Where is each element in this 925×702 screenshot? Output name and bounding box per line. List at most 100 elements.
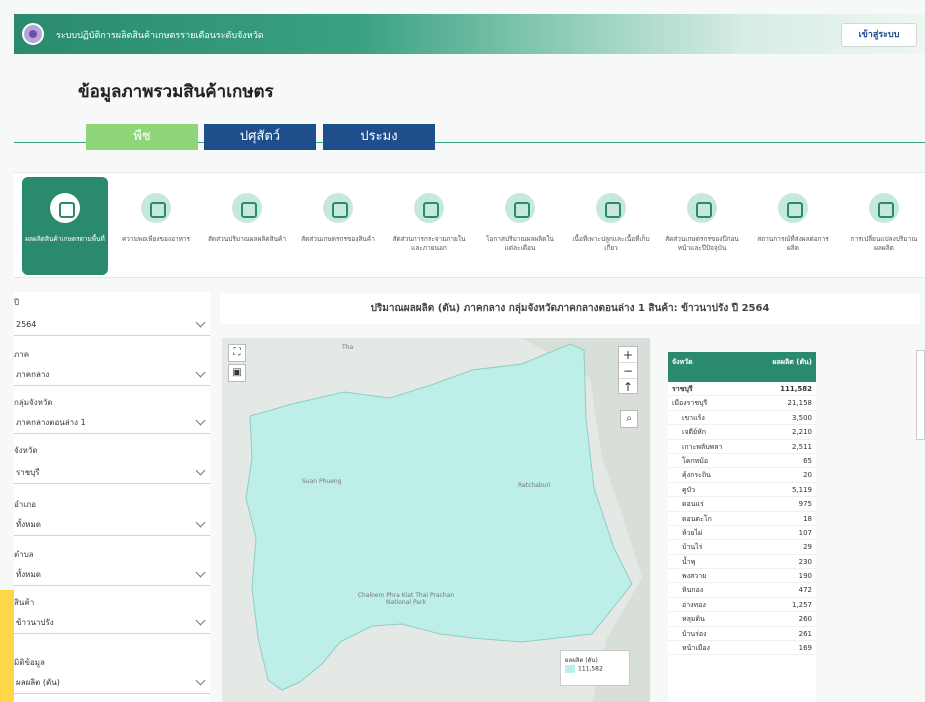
top-header: ระบบปฏิบัติการผลิตสินค้าเกษตรรายเดือนระด… <box>14 14 925 54</box>
menu-item-situations[interactable]: สถานการณ์ที่ส่งผลต่อการผลิต <box>750 177 836 275</box>
choropleth-map[interactable]: ⛶ ▣ + − ↑ ⌕ Tha Suan Phueng Ratchaburi C… <box>222 338 650 702</box>
subdistrict-select[interactable]: ทั้งหมด <box>14 564 210 586</box>
table-row[interactable]: เมืองราชบุรี 21,158 <box>668 396 816 411</box>
select-value: 2564 <box>16 320 37 329</box>
commodity-select[interactable]: ข้าวนาปรัง <box>14 612 210 634</box>
menu-item-production-share[interactable]: สัดส่วนปริมาณผลผลิตสินค้า <box>204 177 290 275</box>
search-icon[interactable]: ⌕ <box>620 410 638 428</box>
row-value: 260 <box>798 615 812 624</box>
table-row[interactable]: บ้านไร่ 29 <box>668 540 816 555</box>
row-value: 29 <box>803 543 812 552</box>
year-select[interactable]: 2564 <box>14 314 210 336</box>
menu-item-production-change[interactable]: การเปลี่ยนแปลงปริมาณผลผลิต <box>841 177 925 275</box>
select-value: ข้าวนาปรัง <box>16 618 54 627</box>
row-name: อ่างทอง <box>682 600 706 609</box>
row-name: หน้าเมือง <box>682 644 710 653</box>
filter-label: สินค้า <box>14 598 35 607</box>
dimension-select[interactable]: ผลผลิต (ตัน) <box>14 672 210 694</box>
row-name: คุ้งกระถิน <box>682 471 711 480</box>
zoom-out-button[interactable]: − <box>619 363 637 379</box>
filter-label: ตำบล <box>14 550 34 559</box>
legend-title: ผลผลิต (ตัน) <box>565 657 598 664</box>
table-row[interactable]: ดอนตะโก 18 <box>668 512 816 526</box>
system-name: ระบบปฏิบัติการผลิตสินค้าเกษตรรายเดือนระด… <box>56 31 264 41</box>
district-select[interactable]: ทั้งหมด <box>14 514 210 536</box>
table-row[interactable]: คูบัว 5,119 <box>668 483 816 498</box>
select-value: ภาคกลางตอนล่าง 1 <box>16 418 86 427</box>
table-row[interactable]: หลุมดิน 260 <box>668 612 816 627</box>
menu-item-label: การเปลี่ยนแปลงปริมาณผลผลิต <box>850 235 918 252</box>
table-row[interactable]: ดอนแร่ 975 <box>668 497 816 512</box>
row-value: 2,210 <box>791 428 812 437</box>
agency-logo-icon <box>22 23 44 45</box>
table-row[interactable]: พงสวาย 190 <box>668 569 816 584</box>
row-name: ห้วยไผ่ <box>682 528 703 537</box>
login-button[interactable]: เข้าสู่ระบบ <box>841 23 917 47</box>
menu-item-planted-area[interactable]: เนื้อที่เพาะปลูกและเนื้อที่เก็บเกี่ยว <box>568 177 654 275</box>
menu-item-distribution[interactable]: สัดส่วนการกระจายภายในและภายนอก <box>386 177 472 275</box>
menu-item-label: โอกาสปริมาณผลผลิตในแต่ละเดือน <box>486 235 554 252</box>
tab-fisheries[interactable]: ประมง <box>323 124 435 150</box>
row-value: 190 <box>798 572 812 581</box>
dashboard-page: ระบบปฏิบัติการผลิตสินค้าเกษตรรายเดือนระด… <box>0 0 925 702</box>
tab-crops[interactable]: พืช <box>86 124 198 150</box>
select-area-icon[interactable]: ▣ <box>228 364 246 382</box>
row-name: เจดีย์หัก <box>682 428 706 437</box>
menu-item-label: สถานการณ์ที่ส่งผลต่อการผลิต <box>757 235 829 252</box>
table-row[interactable]: เกาะพลับพลา 2,511 <box>668 440 816 454</box>
chevron-down-icon <box>195 367 206 378</box>
side-panel-handle[interactable] <box>916 350 925 440</box>
table-body: ราชบุรี 111,582 เมืองราชบุรี 21,158 เขาแร้ง 3… <box>668 382 816 656</box>
table-row[interactable]: น้ำพุ 230 <box>668 555 816 570</box>
menu-item-farmer-share[interactable]: สัดส่วนเกษตรกรของสินค้า <box>295 177 381 275</box>
row-value: 107 <box>798 528 812 537</box>
menu-item-monthly-outlook[interactable]: โอกาสปริมาณผลผลิตในแต่ละเดือน <box>477 177 563 275</box>
table-row[interactable]: หน้าเมือง 169 <box>668 641 816 656</box>
legend-value: 111,582 <box>578 665 603 673</box>
table-row[interactable]: โคกหม้อ 65 <box>668 454 816 469</box>
filter-panel: ปี 2564 ภาค ภาคกลาง กลุ่มจังหวัด ภาคกลาง… <box>14 292 210 702</box>
chevron-down-icon <box>195 615 206 626</box>
region-select[interactable]: ภาคกลาง <box>14 364 210 386</box>
table-row[interactable]: อ่างทอง 1,257 <box>668 598 816 613</box>
table-row[interactable]: เขาแร้ง 3,500 <box>668 411 816 426</box>
fullscreen-icon[interactable]: ⛶ <box>228 344 246 362</box>
table-row[interactable]: ราชบุรี 111,582 <box>668 382 816 397</box>
row-name: ดอนแร่ <box>682 500 704 509</box>
tab-livestock[interactable]: ปศุสัตว์ <box>204 124 316 150</box>
chevron-down-icon <box>195 465 206 476</box>
map-place-label: Suan Phueng <box>302 478 342 485</box>
document-icon <box>869 193 899 223</box>
side-tab[interactable] <box>0 590 14 702</box>
province-select[interactable]: ราชบุรี <box>14 462 210 484</box>
map-place-label: Tha <box>342 344 354 351</box>
row-name: ราชบุรี <box>672 385 693 393</box>
column-header-province[interactable]: จังหวัด <box>668 352 748 382</box>
table-row[interactable]: หินกอง 472 <box>668 583 816 598</box>
table-row[interactable]: บ้านร่อง 261 <box>668 627 816 642</box>
table-row[interactable]: ห้วยไผ่ 107 <box>668 526 816 541</box>
reset-north-button[interactable]: ↑ <box>619 379 637 395</box>
chart-title: ปริมาณผลผลิต (ตัน) ภาคกลาง กลุ่มจังหวัดภ… <box>220 294 920 324</box>
menu-item-food-sufficiency[interactable]: ความพอเพียงของอาหาร <box>113 177 199 275</box>
row-name: บ้านร่อง <box>682 629 707 638</box>
column-header-production[interactable]: ผลผลิต (ตัน) <box>748 352 816 382</box>
row-value: 169 <box>798 644 812 653</box>
row-name: ดอนตะโก <box>682 514 712 523</box>
province-group-select[interactable]: ภาคกลางตอนล่าง 1 <box>14 412 210 434</box>
chevron-down-icon <box>195 567 206 578</box>
select-value: ราชบุรี <box>16 468 40 477</box>
table-row[interactable]: เจดีย์หัก 2,210 <box>668 425 816 440</box>
menu-item-farmer-year-compare[interactable]: สัดส่วนเกษตรกรของปีก่อนหน้าและปีปัจจุบัน <box>659 177 745 275</box>
map-place-label: Chaloem Phra Kiat Thai Prachan National … <box>357 592 455 606</box>
zoom-in-button[interactable]: + <box>619 347 637 363</box>
row-value: 2,511 <box>791 442 812 451</box>
row-name: น้ำพุ <box>682 557 696 566</box>
table-row[interactable]: คุ้งกระถิน 20 <box>668 468 816 483</box>
row-value: 65 <box>803 456 812 465</box>
row-value: 20 <box>803 471 812 480</box>
row-value: 975 <box>798 500 812 509</box>
legend-swatch <box>565 665 575 673</box>
map-legend: ผลผลิต (ตัน) 111,582 <box>560 650 630 686</box>
menu-item-production-by-area[interactable]: ผลผลิตสินค้าเกษตรตามพื้นที่ <box>22 177 108 275</box>
